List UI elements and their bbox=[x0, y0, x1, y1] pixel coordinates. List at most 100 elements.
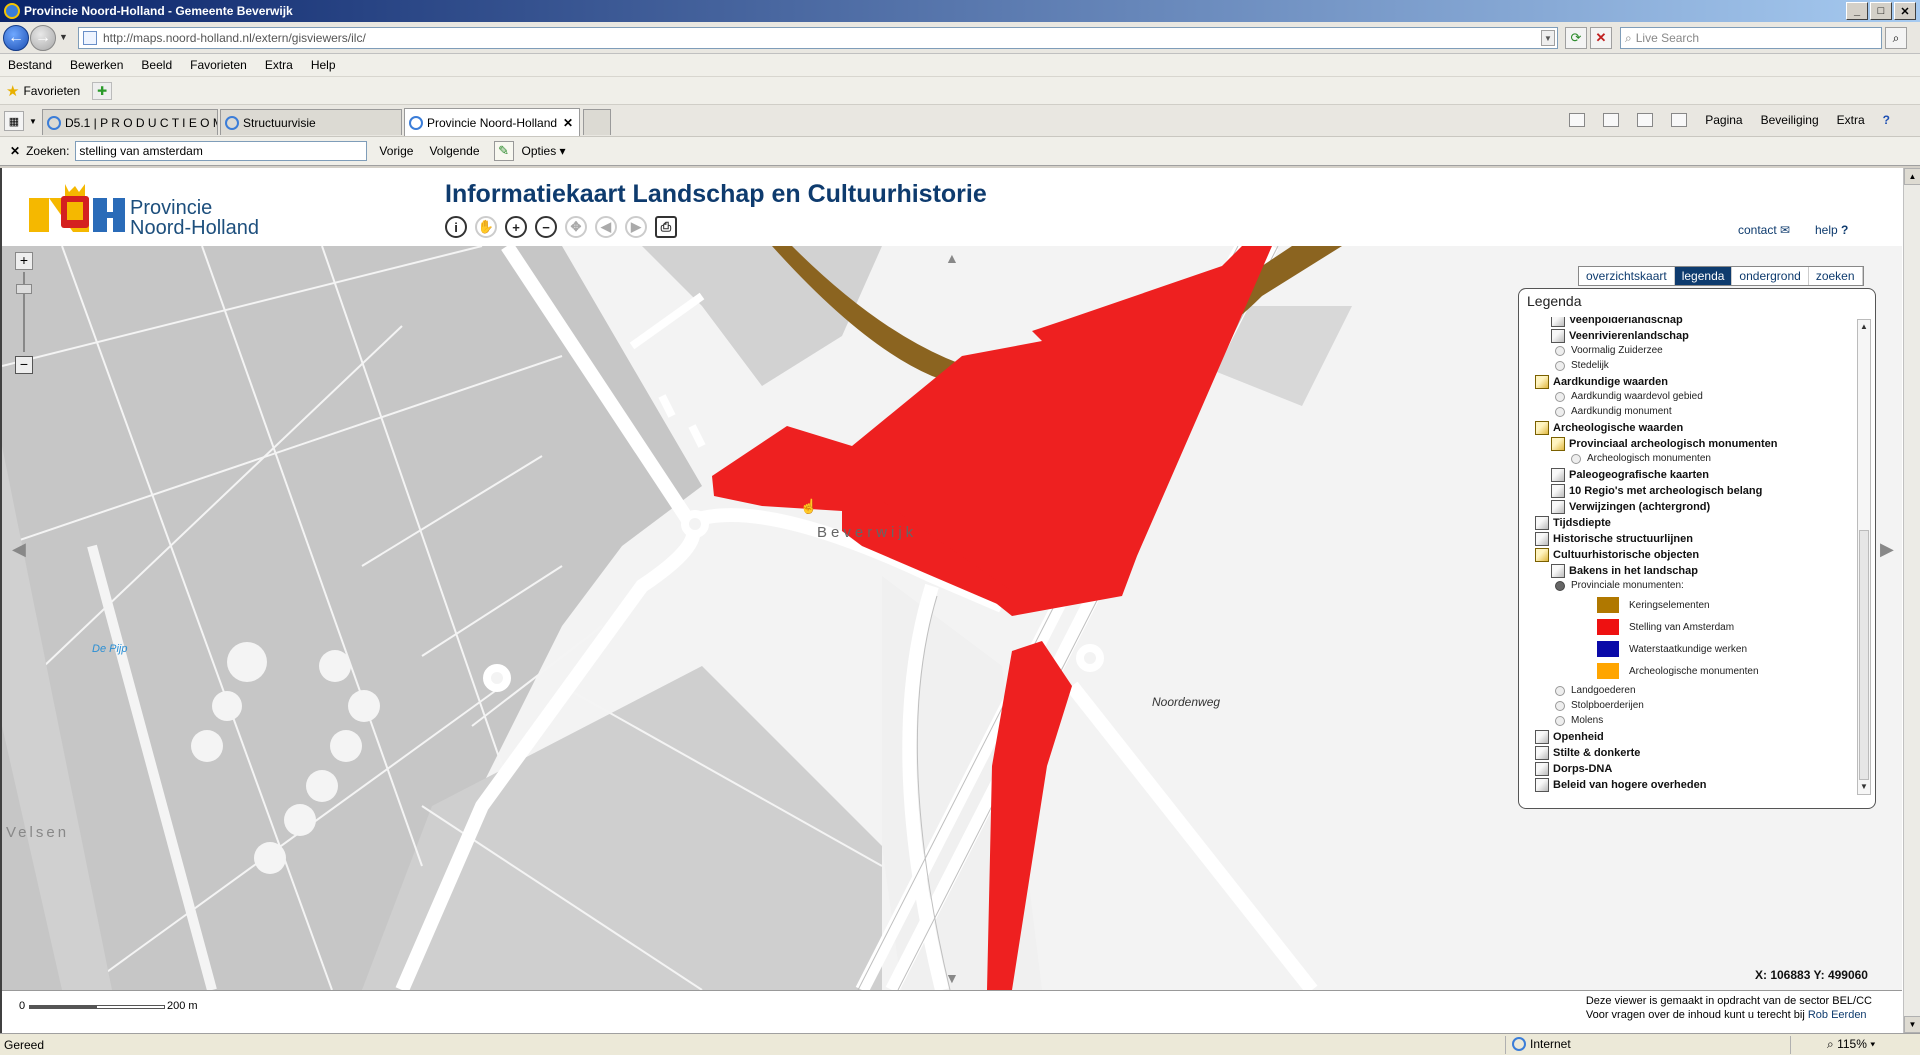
legend-item[interactable]: Stelling van Amsterdam bbox=[1597, 619, 1734, 635]
hand-pan-icon[interactable]: ✋ bbox=[475, 216, 497, 238]
closed-folder-icon[interactable] bbox=[1551, 564, 1565, 578]
pan-south-icon[interactable]: ▼ bbox=[945, 970, 959, 986]
tab-productie[interactable]: D5.1 | P R O D U C T I E O M... bbox=[42, 109, 218, 135]
legend-item[interactable]: Stilte & donkerte bbox=[1535, 746, 1640, 760]
find-input[interactable]: stelling van amsterdam bbox=[75, 141, 368, 161]
contact-link[interactable]: contact ✉ bbox=[1738, 223, 1790, 237]
footer-contact-link[interactable]: Rob Eerden bbox=[1808, 1009, 1867, 1021]
tools-menu[interactable]: Extra bbox=[1837, 113, 1865, 127]
refresh-button[interactable]: ⟳ bbox=[1565, 27, 1587, 49]
legend-tab-zoeken[interactable]: zoeken bbox=[1809, 267, 1863, 285]
tab-structuurvisie[interactable]: Structuurvisie bbox=[220, 109, 402, 135]
find-close-icon[interactable]: ✕ bbox=[10, 144, 20, 158]
legend-item[interactable]: Molens bbox=[1555, 715, 1603, 726]
closed-folder-icon[interactable] bbox=[1535, 532, 1549, 546]
print-icon[interactable]: ⎙ bbox=[655, 216, 677, 238]
maximize-button[interactable]: □ bbox=[1870, 2, 1892, 20]
legend-item[interactable]: Provinciale monumenten: bbox=[1555, 580, 1684, 591]
layer-toggle-icon[interactable] bbox=[1555, 715, 1565, 726]
info-icon[interactable]: i bbox=[445, 216, 467, 238]
live-search-input[interactable]: ⌕ Live Search bbox=[1620, 27, 1882, 49]
zoom-out-icon[interactable]: − bbox=[535, 216, 557, 238]
minimize-button[interactable]: _ bbox=[1846, 2, 1868, 20]
closed-folder-icon[interactable] bbox=[1535, 778, 1549, 792]
closed-folder-icon[interactable] bbox=[1535, 746, 1549, 760]
page-scroll-down-icon[interactable]: ▼ bbox=[1904, 1016, 1920, 1033]
forward-button[interactable]: → bbox=[30, 25, 56, 51]
legend-item[interactable]: Veenpolderlandschap bbox=[1551, 317, 1683, 327]
page-menu[interactable]: Pagina bbox=[1705, 113, 1742, 127]
menu-beeld[interactable]: Beeld bbox=[141, 58, 172, 72]
legend-item[interactable]: Voormalig Zuiderzee bbox=[1555, 345, 1663, 356]
open-folder-icon[interactable] bbox=[1551, 437, 1565, 451]
legend-item[interactable]: Dorps-DNA bbox=[1535, 762, 1612, 776]
legend-item[interactable]: Provinciaal archeologisch monumenten bbox=[1551, 437, 1777, 451]
closed-folder-icon[interactable] bbox=[1535, 730, 1549, 744]
map-canvas[interactable]: Beverwijk Noordenweg De Pijp Velsen + − … bbox=[2, 246, 1902, 990]
legend-item[interactable]: Stolpboerderijen bbox=[1555, 700, 1644, 711]
safety-menu[interactable]: Beveiliging bbox=[1761, 113, 1819, 127]
page-scroll-up-icon[interactable]: ▲ bbox=[1904, 168, 1920, 185]
legend-item[interactable]: Beleid van hogere overheden bbox=[1535, 778, 1706, 792]
menu-extra[interactable]: Extra bbox=[265, 58, 293, 72]
home-icon[interactable] bbox=[1569, 113, 1586, 127]
legend-item[interactable]: Paleogeografische kaarten bbox=[1551, 468, 1709, 482]
search-go-button[interactable]: ⌕ bbox=[1885, 27, 1907, 49]
layer-toggle-icon[interactable] bbox=[1555, 391, 1565, 402]
pan-west-icon[interactable]: ◀ bbox=[12, 539, 26, 560]
print-icon[interactable] bbox=[1671, 113, 1688, 127]
legend-item[interactable]: Aardkundig waardevol gebied bbox=[1555, 391, 1703, 402]
find-previous-button[interactable]: Vorige bbox=[379, 144, 413, 158]
stop-button[interactable]: ✕ bbox=[1590, 27, 1612, 49]
legend-item[interactable]: Openheid bbox=[1535, 730, 1604, 744]
zoom-out-button[interactable]: − bbox=[15, 356, 33, 374]
legend-item[interactable]: Waterstaatkundige werken bbox=[1597, 641, 1747, 657]
add-favorite-icon[interactable]: ✚ bbox=[92, 81, 113, 100]
close-tab-icon[interactable]: ✕ bbox=[563, 116, 573, 130]
legend-item[interactable]: Aardkundig monument bbox=[1555, 406, 1672, 417]
legend-scrollbar[interactable]: ▲ ▼ bbox=[1857, 319, 1871, 795]
help-menu[interactable]: ? bbox=[1883, 113, 1890, 127]
url-dropdown-icon[interactable]: ▼ bbox=[1541, 30, 1555, 46]
closed-folder-icon[interactable] bbox=[1551, 317, 1565, 327]
layer-toggle-icon[interactable] bbox=[1555, 360, 1565, 371]
layer-toggle-icon[interactable] bbox=[1555, 580, 1565, 591]
legend-item[interactable]: Keringselementen bbox=[1597, 597, 1710, 613]
mail-icon[interactable] bbox=[1637, 113, 1654, 127]
legend-tab-legenda[interactable]: legenda bbox=[1674, 267, 1733, 285]
menu-bestand[interactable]: Bestand bbox=[8, 58, 52, 72]
legend-item[interactable]: Veenrivierenlandschap bbox=[1551, 329, 1689, 343]
layer-toggle-icon[interactable] bbox=[1555, 345, 1565, 356]
legend-item[interactable]: Historische structuurlijnen bbox=[1535, 532, 1693, 546]
menu-help[interactable]: Help bbox=[311, 58, 336, 72]
page-scrollbar[interactable]: ▲ ▼ bbox=[1903, 168, 1920, 1033]
new-tab-button[interactable] bbox=[583, 109, 611, 135]
closed-folder-icon[interactable] bbox=[1535, 762, 1549, 776]
layer-toggle-icon[interactable] bbox=[1571, 453, 1581, 464]
pan-north-icon[interactable]: ▲ bbox=[945, 250, 959, 266]
back-button[interactable]: ← bbox=[3, 25, 29, 51]
legend-item[interactable]: Archeologische monumenten bbox=[1597, 663, 1759, 679]
legend-item[interactable]: Tijdsdiepte bbox=[1535, 516, 1611, 530]
pan-east-icon[interactable]: ▶ bbox=[1880, 539, 1894, 560]
close-window-button[interactable]: ✕ bbox=[1894, 2, 1916, 20]
menu-bewerken[interactable]: Bewerken bbox=[70, 58, 123, 72]
scroll-up-icon[interactable]: ▲ bbox=[1858, 320, 1870, 334]
open-folder-icon[interactable] bbox=[1535, 548, 1549, 562]
legend-item[interactable]: Verwijzingen (achtergrond) bbox=[1551, 500, 1710, 514]
legend-item[interactable]: Aardkundige waarden bbox=[1535, 375, 1668, 389]
favorites-button[interactable]: Favorieten bbox=[23, 84, 80, 98]
layer-toggle-icon[interactable] bbox=[1555, 685, 1565, 696]
legend-item[interactable]: Archeologische waarden bbox=[1535, 421, 1683, 435]
zoom-in-icon[interactable]: + bbox=[505, 216, 527, 238]
find-options-button[interactable]: Opties ▾ bbox=[522, 144, 566, 158]
layer-toggle-icon[interactable] bbox=[1555, 406, 1565, 417]
legend-item[interactable]: 10 Regio's met archeologisch belang bbox=[1551, 484, 1762, 498]
history-dropdown-icon[interactable]: ▼ bbox=[59, 32, 68, 42]
open-folder-icon[interactable] bbox=[1535, 421, 1549, 435]
legend-item[interactable]: Bakens in het landschap bbox=[1551, 564, 1698, 578]
url-field[interactable]: http://maps.noord-holland.nl/extern/gisv… bbox=[78, 27, 1558, 49]
tab-provincie[interactable]: Provincie Noord-Holland ✕ bbox=[404, 108, 580, 136]
legend-tab-ondergrond[interactable]: ondergrond bbox=[1732, 267, 1809, 285]
zoom-slider-thumb[interactable] bbox=[16, 284, 32, 294]
